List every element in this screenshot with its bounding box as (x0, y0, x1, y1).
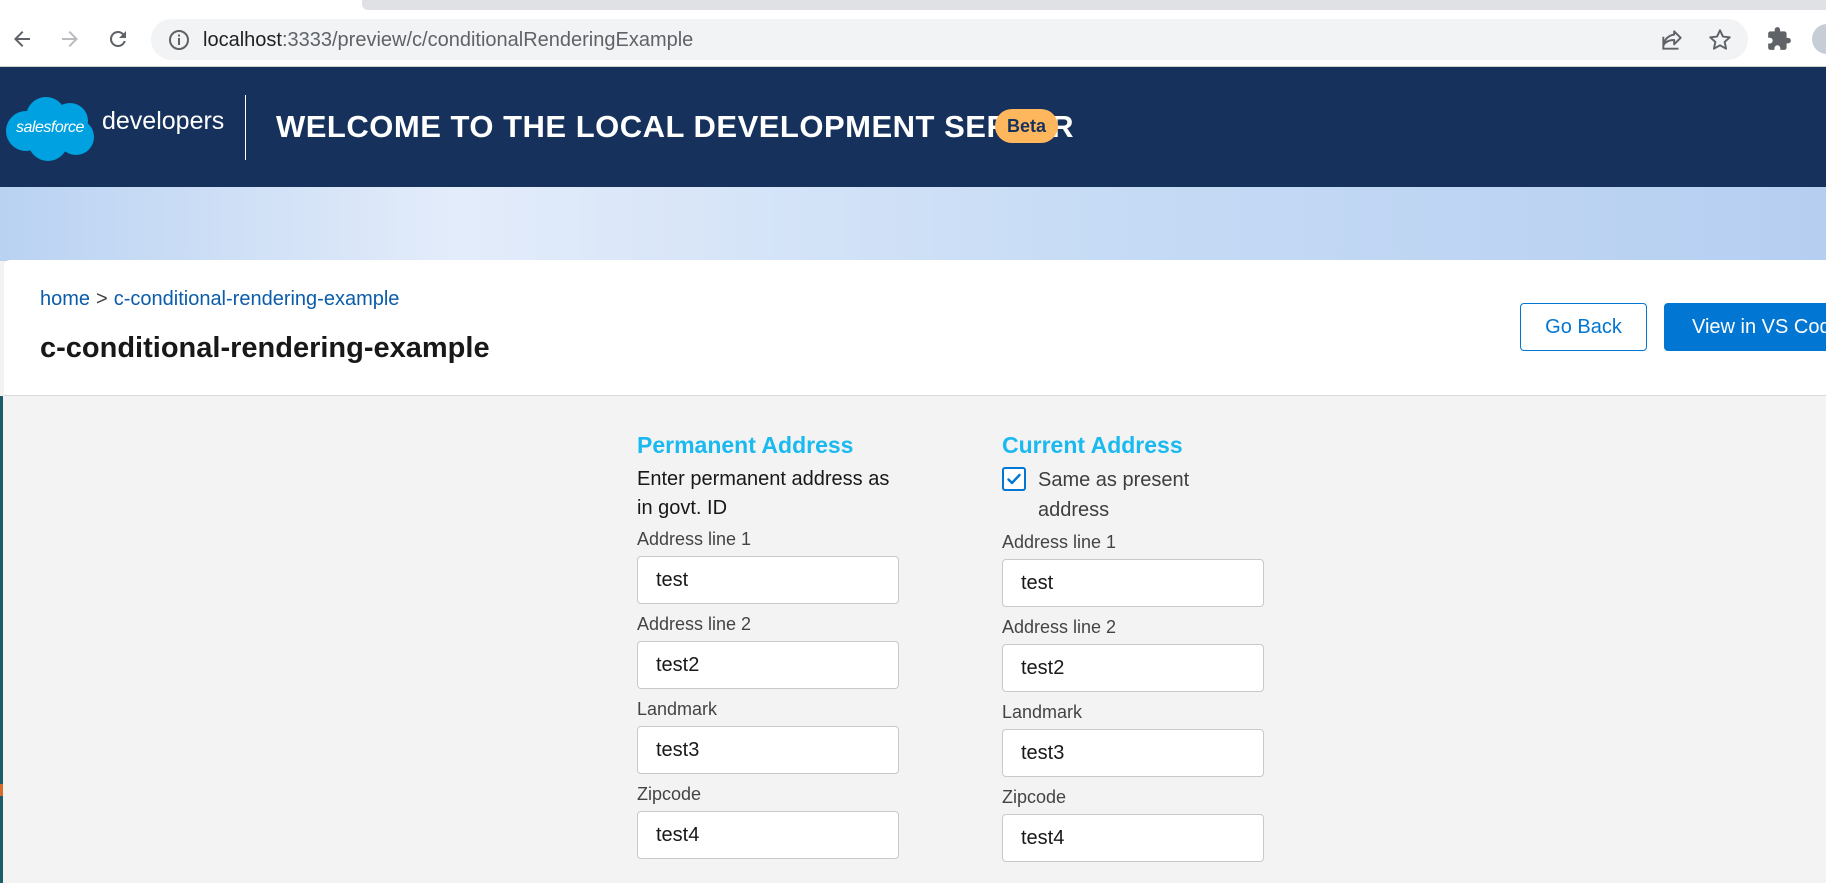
browser-toolbar: localhost:3333/preview/c/conditionalRend… (0, 0, 1826, 67)
reload-icon[interactable] (101, 22, 135, 56)
curr-zipcode-input[interactable] (1002, 814, 1264, 862)
header-divider (245, 95, 246, 160)
share-icon[interactable] (1659, 27, 1685, 53)
curr-landmark-input[interactable] (1002, 729, 1264, 777)
perm-address-line2-input[interactable] (637, 641, 899, 689)
perm-address-line1-input[interactable] (637, 556, 899, 604)
curr-address-line1-label: Address line 1 (1002, 532, 1117, 552)
go-back-button[interactable]: Go Back (1520, 303, 1647, 351)
permanent-address-title: Permanent Address (637, 432, 854, 458)
dev-server-header: salesforce developers Welcome to the Loc… (0, 67, 1826, 187)
breadcrumb-current-link[interactable]: c-conditional-rendering-example (114, 288, 400, 310)
salesforce-logo-text: salesforce (16, 119, 84, 136)
perm-address-line2-label: Address line 2 (637, 614, 752, 634)
curr-landmark-label: Landmark (1002, 702, 1083, 722)
current-address-section: Current Address Same as present address … (1002, 432, 1264, 872)
permanent-address-section: Permanent Address Enter permanent addres… (637, 432, 899, 869)
breadcrumb: home > c-conditional-rendering-example (40, 288, 399, 311)
back-arrow-icon[interactable] (5, 22, 39, 56)
extensions-puzzle-icon[interactable] (1766, 26, 1792, 52)
curr-zipcode-label: Zipcode (1002, 787, 1067, 807)
checkmark-icon (1007, 473, 1021, 485)
component-preview-area: Permanent Address Enter permanent addres… (0, 396, 1826, 883)
view-in-vscode-button[interactable]: View in VS Code (1664, 303, 1826, 351)
breadcrumb-separator: > (96, 288, 108, 310)
same-as-present-label: Same as present address (1038, 469, 1190, 521)
same-as-present-row[interactable]: Same as present address (1002, 465, 1264, 525)
brand-developers: developers (102, 107, 225, 135)
tab-strip (362, 0, 1826, 10)
url-path: :3333/preview/c/conditionalRenderingExam… (281, 29, 694, 51)
url-host: localhost (203, 29, 282, 51)
beta-badge: Beta (995, 109, 1059, 143)
profile-avatar-icon[interactable] (1812, 24, 1826, 54)
breadcrumb-home-link[interactable]: home (40, 288, 90, 310)
perm-landmark-input[interactable] (637, 726, 899, 774)
perm-zipcode-label: Zipcode (637, 784, 702, 804)
curr-address-line2-input[interactable] (1002, 644, 1264, 692)
url-text[interactable]: localhost:3333/preview/c/conditionalRend… (203, 29, 693, 52)
perm-zipcode-input[interactable] (637, 811, 899, 859)
permanent-address-description: Enter permanent address as in govt. ID (637, 468, 890, 519)
bookmark-star-icon[interactable] (1707, 27, 1733, 53)
address-bar[interactable]: localhost:3333/preview/c/conditionalRend… (151, 19, 1748, 60)
left-window-edge (0, 396, 3, 883)
left-window-edge-accent (0, 784, 3, 796)
perm-address-line1-label: Address line 1 (637, 529, 752, 549)
curr-address-line1-input[interactable] (1002, 559, 1264, 607)
page-header: home > c-conditional-rendering-example c-c… (4, 260, 1826, 396)
current-address-title: Current Address (1002, 432, 1183, 458)
same-as-present-checkbox[interactable] (1002, 467, 1026, 491)
header-title: Welcome to the Local Development Server (276, 109, 1075, 144)
hero-band (0, 187, 1826, 261)
site-info-icon[interactable] (167, 28, 191, 52)
page-title: c-conditional-rendering-example (40, 332, 490, 364)
curr-address-line2-label: Address line 2 (1002, 617, 1117, 637)
forward-arrow-icon[interactable] (53, 22, 87, 56)
perm-landmark-label: Landmark (637, 699, 718, 719)
